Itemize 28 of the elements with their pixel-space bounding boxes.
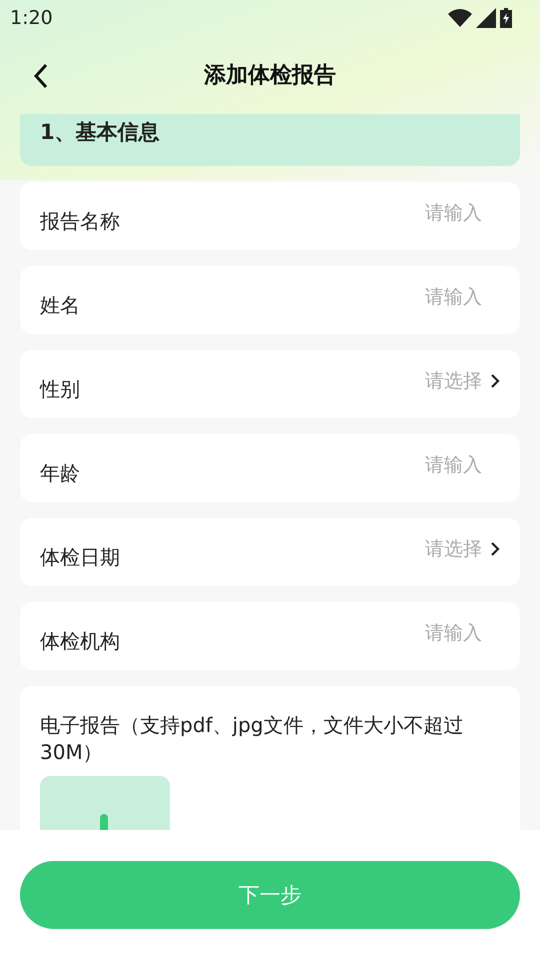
battery-icon (500, 8, 512, 28)
wifi-icon (448, 9, 472, 27)
input-placeholder: 请输入 (425, 453, 483, 478)
status-time: 1:20 (10, 7, 53, 29)
field-label: 体检机构 (40, 628, 120, 654)
input-placeholder: 请输入 (425, 201, 483, 226)
upload-tile[interactable] (40, 776, 170, 830)
signal-icon (476, 8, 496, 28)
form-row[interactable]: 报告名称 请输入 (20, 182, 520, 250)
chevron-right-icon (490, 373, 500, 389)
form-row[interactable]: 体检日期 请选择 (20, 518, 520, 586)
form-row[interactable]: 姓名 请输入 (20, 266, 520, 334)
field-label: 报告名称 (40, 208, 120, 234)
select-placeholder: 请选择 (425, 537, 482, 562)
select-placeholder: 请选择 (425, 369, 482, 394)
field-label: 姓名 (40, 292, 80, 318)
chevron-right-icon (490, 541, 500, 557)
field-label: 年龄 (40, 460, 80, 486)
form-row[interactable]: 年龄 请输入 (20, 434, 520, 502)
form-row[interactable]: 体检机构 请输入 (20, 602, 520, 670)
section-title: 1、基本信息 (40, 119, 160, 146)
form-row[interactable]: 性别 请选择 (20, 350, 520, 418)
input-placeholder: 请输入 (425, 285, 483, 310)
page-title: 添加体检报告 (204, 62, 336, 90)
upload-label: 电子报告（支持pdf、jpg文件，文件大小不超过30M） (40, 712, 464, 766)
input-placeholder: 请输入 (425, 621, 483, 646)
field-label: 体检日期 (40, 544, 120, 570)
field-label: 性别 (40, 376, 80, 402)
